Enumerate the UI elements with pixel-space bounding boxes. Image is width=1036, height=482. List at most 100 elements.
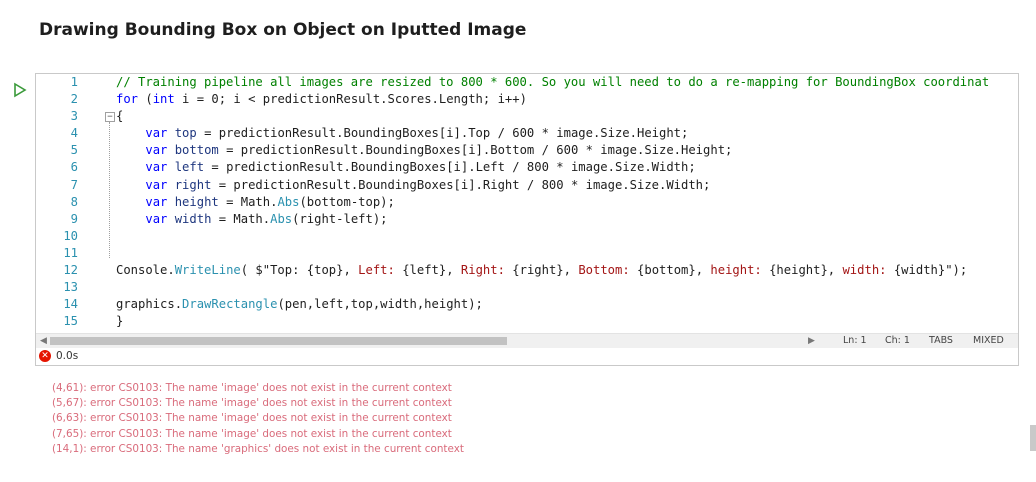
code-line[interactable]: }: [116, 313, 989, 330]
code-token: Console.: [116, 263, 175, 278]
run-triangle-icon: [14, 82, 27, 98]
code-token: height: [174, 194, 219, 209]
column-indicator: Ch: 1: [885, 335, 910, 346]
line-number: 11: [63, 245, 78, 260]
collapse-toggle-icon[interactable]: −: [105, 112, 115, 122]
code-token: = Math.: [218, 194, 278, 209]
line-number: 12: [63, 263, 78, 278]
code-token: (right-left);: [292, 211, 388, 226]
code-line[interactable]: Console.WriteLine( $"Top: {top}, Left: {…: [116, 262, 989, 279]
code-token: height:: [710, 263, 770, 278]
code-lines[interactable]: // Training pipeline all images are resi…: [116, 74, 989, 330]
code-token: {bottom},: [637, 263, 711, 278]
code-line[interactable]: var right = predictionResult.BoundingBox…: [116, 177, 989, 194]
code-token: graphics.: [116, 297, 183, 312]
code-token: {: [116, 109, 124, 124]
line-number-gutter: 1 2 3 4 5 6 7 8 9 10 11 12 13 14 15: [36, 74, 78, 330]
code-token: var: [145, 126, 168, 141]
code-line[interactable]: [116, 279, 989, 296]
code-token: var: [145, 160, 168, 175]
code-token: Abs: [277, 194, 300, 209]
line-number: 3: [70, 109, 78, 124]
code-cell[interactable]: 1 2 3 4 5 6 7 8 9 10 11 12 13 14 15 − // Training pipe…: [35, 73, 1019, 366]
code-token: = Math.: [211, 211, 271, 226]
code-token: top: [174, 126, 197, 141]
code-token: bottom: [174, 143, 219, 158]
code-token: (bottom-top);: [299, 194, 395, 209]
line-number: 14: [63, 297, 78, 312]
line-number: 8: [70, 194, 78, 209]
error-message: (6,63): error CS0103: The name 'image' d…: [52, 412, 452, 425]
line-number: 5: [70, 143, 78, 158]
code-token: var: [145, 143, 168, 158]
line-number: 13: [63, 280, 78, 295]
code-line[interactable]: var width = Math.Abs(right-left);: [116, 211, 989, 228]
code-token: {width}");: [893, 263, 968, 278]
code-line[interactable]: var top = predictionResult.BoundingBoxes…: [116, 125, 989, 142]
scroll-right-icon[interactable]: ▶: [808, 336, 815, 346]
line-number: 2: [70, 92, 78, 107]
line-number: 4: [70, 126, 78, 141]
line-indicator: Ln: 1: [843, 335, 867, 346]
code-line[interactable]: var bottom = predictionResult.BoundingBo…: [116, 142, 989, 159]
scroll-left-icon[interactable]: ◀: [40, 336, 47, 346]
error-output: (4,61): error CS0103: The name 'image' d…: [52, 381, 464, 457]
editor-status-bar: ◀ ▶ Ln: 1 Ch: 1 TABS MIXED: [36, 333, 1018, 348]
code-token: {right},: [512, 263, 579, 278]
code-token: (pen,left,top,width,height);: [277, 297, 483, 312]
line-number: 10: [63, 228, 78, 243]
code-token: Left:: [358, 263, 403, 278]
code-token: var: [145, 177, 168, 192]
code-token: right: [174, 177, 212, 192]
code-token: = predictionResult.BoundingBoxes[i].Top …: [196, 126, 689, 141]
code-line[interactable]: var left = predictionResult.BoundingBoxe…: [116, 159, 989, 176]
line-number: 7: [70, 177, 78, 192]
code-token: Abs: [270, 211, 293, 226]
code-token: Right:: [460, 263, 513, 278]
code-token: = predictionResult.BoundingBoxes[i].Righ…: [211, 177, 711, 192]
code-line[interactable]: [116, 228, 989, 245]
code-line[interactable]: var height = Math.Abs(bottom-top);: [116, 194, 989, 211]
page-scrollbar-thumb[interactable]: [1030, 425, 1036, 451]
code-token: var: [145, 194, 168, 209]
code-editor[interactable]: 1 2 3 4 5 6 7 8 9 10 11 12 13 14 15 − // Training pipe…: [36, 74, 1018, 333]
execution-result: ✕ 0.0s: [36, 348, 1018, 365]
code-token: = predictionResult.BoundingBoxes[i].Bott…: [218, 143, 733, 158]
code-token: width:: [842, 263, 894, 278]
code-token: // Training pipeline all images are resi…: [116, 75, 990, 89]
error-circle-icon: ✕: [39, 350, 51, 362]
code-token: = predictionResult.BoundingBoxes[i].Left…: [204, 160, 696, 175]
tabs-indicator[interactable]: TABS: [929, 335, 953, 346]
line-number: 15: [63, 314, 78, 329]
execution-duration: 0.0s: [56, 350, 79, 362]
error-message: (4,61): error CS0103: The name 'image' d…: [52, 382, 452, 394]
code-token: for: [116, 92, 139, 107]
code-token: WriteLine: [174, 263, 241, 278]
line-ending-indicator[interactable]: MIXED: [973, 335, 1004, 346]
code-token: int: [152, 92, 175, 107]
code-token: left: [174, 160, 205, 175]
code-token: var: [145, 211, 168, 226]
code-line[interactable]: graphics.DrawRectangle(pen,left,top,widt…: [116, 296, 989, 313]
run-cell-button[interactable]: [12, 82, 28, 98]
line-number: 9: [70, 211, 78, 226]
code-token: i = 0; i < predictionResult.Scores.Lengt…: [174, 92, 527, 107]
code-line[interactable]: for (int i = 0; i < predictionResult.Sco…: [116, 91, 989, 108]
code-line[interactable]: [116, 245, 989, 262]
horizontal-scrollbar-thumb[interactable]: [50, 337, 507, 345]
error-message: (7,65): error CS0103: The name 'image' d…: [52, 427, 452, 440]
code-line[interactable]: {: [116, 108, 989, 125]
code-token: ( $"Top: {top},: [240, 263, 359, 278]
code-line[interactable]: // Training pipeline all images are resi…: [116, 74, 989, 91]
